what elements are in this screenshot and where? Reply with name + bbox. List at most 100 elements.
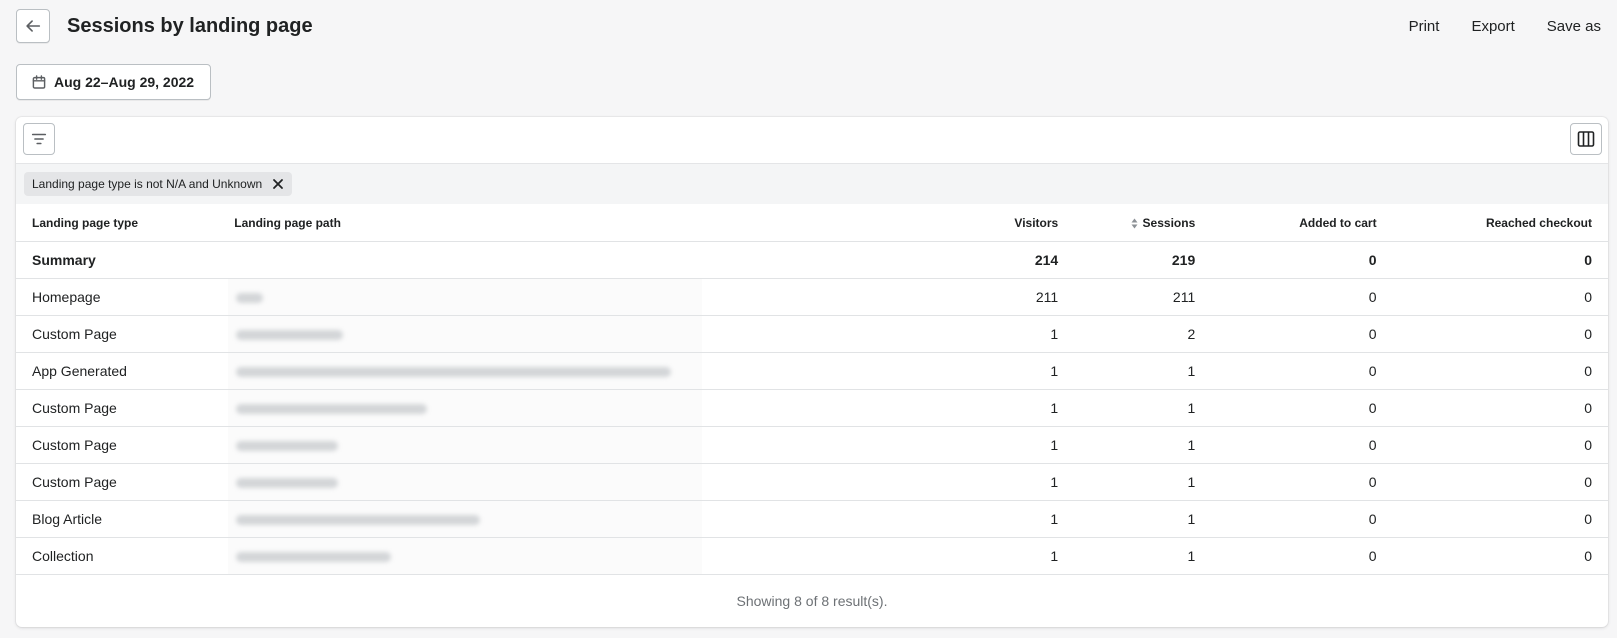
visitors-cell: 1 (702, 389, 1075, 427)
page-title: Sessions by landing page (67, 14, 313, 37)
redacted-path (236, 404, 428, 415)
added-to-cart-cell: 0 (1211, 426, 1393, 464)
added-to-cart-cell: 0 (1211, 463, 1393, 501)
summary-row: Summary 214 219 0 0 (16, 241, 1608, 279)
remove-filter-button[interactable] (272, 178, 284, 190)
redacted-path (236, 367, 672, 378)
path-cell (228, 426, 703, 464)
sessions-cell: 2 (1074, 315, 1212, 353)
type-cell: Custom Page (16, 426, 229, 464)
path-cell (228, 463, 703, 501)
sessions-cell: 1 (1074, 426, 1212, 464)
added-to-cart-cell: 0 (1211, 352, 1393, 390)
type-cell: Custom Page (16, 463, 229, 501)
col-sessions-label: Sessions (1142, 215, 1196, 230)
visitors-cell: 1 (702, 426, 1075, 464)
col-reached-checkout[interactable]: Reached checkout (1392, 204, 1608, 242)
type-cell: Collection (16, 537, 229, 575)
columns-button[interactable] (1570, 123, 1602, 155)
added-to-cart-cell: 0 (1211, 500, 1393, 538)
col-added-to-cart[interactable]: Added to cart (1211, 204, 1393, 242)
redacted-path (236, 441, 339, 452)
reached-checkout-cell: 0 (1392, 352, 1608, 390)
card-toolbar (16, 117, 1608, 164)
table-row[interactable]: Custom Page 1 1 0 0 (16, 426, 1608, 464)
col-visitors[interactable]: Visitors (702, 204, 1075, 242)
date-range-button[interactable]: Aug 22–Aug 29, 2022 (16, 64, 212, 100)
reached-checkout-cell: 0 (1392, 463, 1608, 501)
calendar-icon (32, 75, 46, 89)
report-table: Landing page type Landing page path Visi… (16, 204, 1608, 575)
reached-checkout-cell: 0 (1392, 537, 1608, 575)
col-landing-page-type[interactable]: Landing page type (16, 204, 229, 242)
col-landing-page-path[interactable]: Landing page path (228, 204, 703, 242)
print-button[interactable]: Print (1409, 18, 1440, 35)
summary-reached-checkout: 0 (1392, 241, 1608, 279)
filter-chip-label: Landing page type is not N/A and Unknown (32, 177, 263, 191)
sessions-cell: 1 (1074, 389, 1212, 427)
path-cell (228, 315, 703, 353)
summary-path (228, 241, 703, 279)
path-cell (228, 537, 703, 575)
added-to-cart-cell: 0 (1211, 389, 1393, 427)
summary-added-to-cart: 0 (1211, 241, 1393, 279)
type-cell: Blog Article (16, 500, 229, 538)
added-to-cart-cell: 0 (1211, 278, 1393, 316)
type-cell: Custom Page (16, 315, 229, 353)
visitors-cell: 1 (702, 537, 1075, 575)
redacted-path (236, 293, 264, 304)
export-button[interactable]: Export (1471, 18, 1514, 35)
col-sessions[interactable]: Sessions (1074, 204, 1212, 242)
table-row[interactable]: Custom Page 1 1 0 0 (16, 389, 1608, 427)
visitors-cell: 1 (702, 352, 1075, 390)
redacted-path (236, 515, 481, 526)
save-as-button[interactable]: Save as (1547, 18, 1601, 35)
top-bar: Sessions by landing page Print Export Sa… (16, 8, 1601, 44)
table-row[interactable]: Custom Page 1 1 0 0 (16, 463, 1608, 501)
reached-checkout-cell: 0 (1392, 278, 1608, 316)
results-count: Showing 8 of 8 result(s). (736, 593, 888, 609)
reached-checkout-cell: 0 (1392, 426, 1608, 464)
sessions-cell: 1 (1074, 537, 1212, 575)
redacted-path (236, 330, 344, 341)
back-button[interactable] (16, 9, 50, 43)
path-cell (228, 389, 703, 427)
type-cell: Homepage (16, 278, 229, 316)
table-row[interactable]: Homepage 211 211 0 0 (16, 278, 1608, 316)
type-cell: Custom Page (16, 389, 229, 427)
visitors-cell: 1 (702, 463, 1075, 501)
type-cell: App Generated (16, 352, 229, 390)
summary-label: Summary (16, 241, 229, 279)
table-row[interactable]: Custom Page 1 2 0 0 (16, 315, 1608, 353)
close-icon (273, 179, 284, 189)
sessions-cell: 1 (1074, 352, 1212, 390)
filter-button[interactable] (23, 123, 55, 155)
reached-checkout-cell: 0 (1392, 500, 1608, 538)
added-to-cart-cell: 0 (1211, 537, 1393, 575)
applied-filters: Landing page type is not N/A and Unknown (16, 164, 1608, 204)
added-to-cart-cell: 0 (1211, 315, 1393, 353)
redacted-path (236, 478, 339, 489)
arrow-left-icon (26, 20, 41, 32)
report-card: Landing page type is not N/A and Unknown… (16, 117, 1608, 627)
redacted-path (236, 552, 392, 563)
columns-icon (1577, 131, 1595, 147)
table-row[interactable]: Collection 1 1 0 0 (16, 537, 1608, 575)
summary-sessions: 219 (1074, 241, 1212, 279)
summary-visitors: 214 (702, 241, 1075, 279)
filter-icon (31, 133, 47, 145)
sessions-cell: 211 (1074, 278, 1212, 316)
filter-chip[interactable]: Landing page type is not N/A and Unknown (24, 172, 293, 196)
visitors-cell: 1 (702, 500, 1075, 538)
visitors-cell: 1 (702, 315, 1075, 353)
visitors-cell: 211 (702, 278, 1075, 316)
path-cell (228, 352, 703, 390)
table-row[interactable]: App Generated 1 1 0 0 (16, 352, 1608, 390)
sessions-cell: 1 (1074, 500, 1212, 538)
reached-checkout-cell: 0 (1392, 315, 1608, 353)
reached-checkout-cell: 0 (1392, 389, 1608, 427)
table-row[interactable]: Blog Article 1 1 0 0 (16, 500, 1608, 538)
date-range-label: Aug 22–Aug 29, 2022 (54, 74, 195, 90)
header-actions: Print Export Save as (1377, 18, 1601, 35)
table-header-row: Landing page type Landing page path Visi… (16, 204, 1608, 242)
